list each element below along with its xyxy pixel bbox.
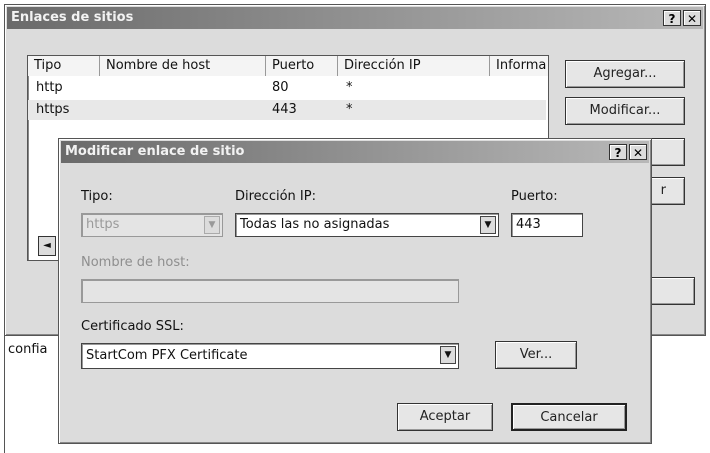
help-icon[interactable]: ? xyxy=(609,144,627,160)
site-bindings-title: Enlaces de sitios xyxy=(11,10,134,25)
close-icon[interactable]: ✕ xyxy=(629,144,647,160)
row-ip: * xyxy=(346,80,353,95)
chevron-down-icon[interactable]: ▼ xyxy=(440,346,456,364)
row-tipo: http xyxy=(36,80,63,95)
background-text: confia xyxy=(8,342,48,357)
chevron-down-icon[interactable]: ▼ xyxy=(480,216,496,234)
ssl-value: StartCom PFX Certificate xyxy=(86,348,248,363)
column-header-tipo[interactable]: Tipo xyxy=(28,56,100,76)
ssl-label: Certificado SSL: xyxy=(81,319,184,334)
edit-binding-title: Modificar enlace de sitio xyxy=(65,144,245,159)
edit-binding-dialog: Modificar enlace de sitio ? ✕ Tipo: http… xyxy=(58,138,652,444)
puerto-label: Puerto: xyxy=(511,189,558,204)
puerto-input[interactable]: 443 xyxy=(511,213,583,237)
site-bindings-titlebar: Enlaces de sitios ? ✕ xyxy=(7,7,703,29)
ip-label: Dirección IP: xyxy=(235,189,316,204)
agregar-button[interactable]: Agregar... xyxy=(565,60,685,88)
host-label: Nombre de host: xyxy=(81,255,190,270)
chevron-down-icon: ▼ xyxy=(204,216,220,234)
column-header-host[interactable]: Nombre de host xyxy=(100,56,266,76)
ip-select[interactable]: Todas las no asignadas ▼ xyxy=(235,213,499,237)
modificar-button[interactable]: Modificar... xyxy=(565,97,685,125)
background-frame xyxy=(4,334,5,453)
aceptar-button[interactable]: Aceptar xyxy=(397,403,493,431)
table-row[interactable]: https 443 * xyxy=(28,100,546,120)
row-puerto: 80 xyxy=(272,80,289,95)
tipo-label: Tipo: xyxy=(81,189,113,204)
host-input xyxy=(81,279,459,303)
close-icon[interactable]: ✕ xyxy=(683,10,701,26)
cancelar-button[interactable]: Cancelar xyxy=(511,403,627,431)
help-icon[interactable]: ? xyxy=(663,10,681,26)
edit-binding-titlebar: Modificar enlace de sitio ? ✕ xyxy=(61,141,649,163)
ssl-select[interactable]: StartCom PFX Certificate ▼ xyxy=(81,343,459,369)
tipo-value: https xyxy=(86,217,120,232)
column-header-info[interactable]: Informa xyxy=(490,56,548,76)
row-puerto: 443 xyxy=(272,102,297,117)
tipo-select: https ▼ xyxy=(81,213,223,237)
ip-value: Todas las no asignadas xyxy=(240,217,390,232)
table-row[interactable]: http 80 * xyxy=(28,78,546,98)
row-ip: * xyxy=(346,102,353,117)
column-header-puerto[interactable]: Puerto xyxy=(266,56,338,76)
column-header-ip[interactable]: Dirección IP xyxy=(338,56,490,76)
row-tipo: https xyxy=(36,102,70,117)
scroll-left-icon[interactable]: ◄ xyxy=(38,236,56,256)
ver-button[interactable]: Ver... xyxy=(495,341,577,369)
